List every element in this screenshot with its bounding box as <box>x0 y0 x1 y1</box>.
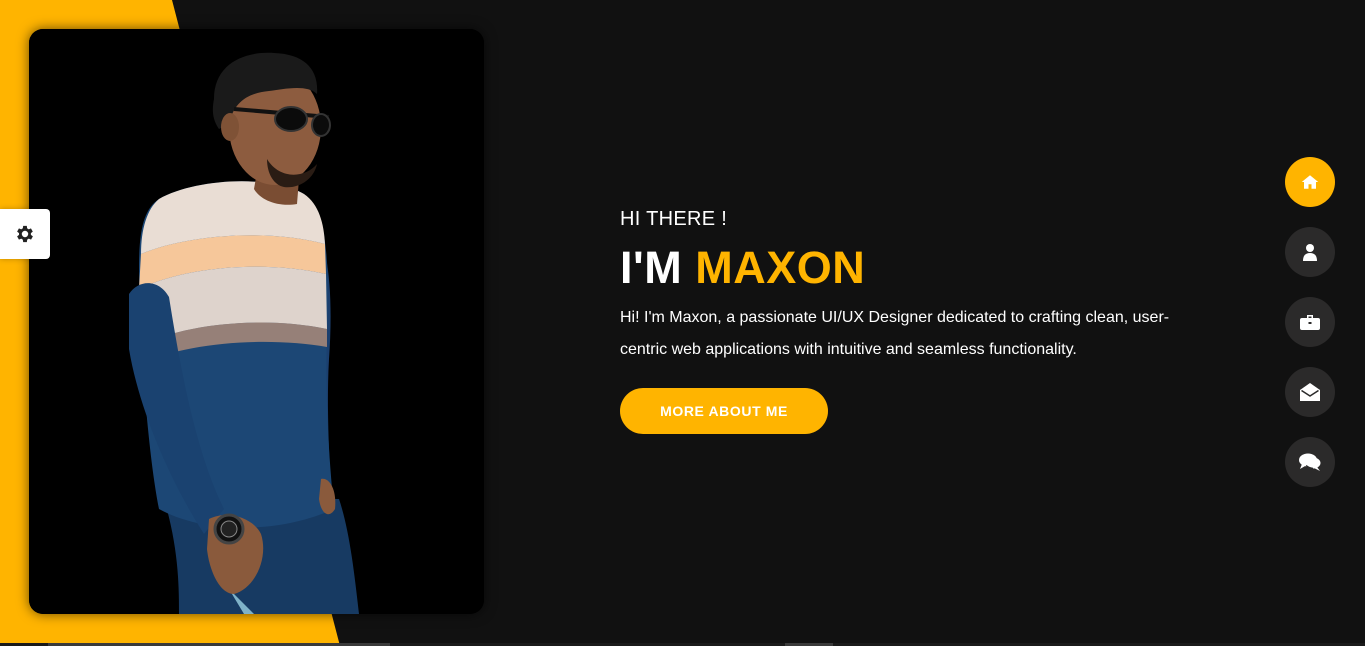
briefcase-icon <box>1300 315 1320 330</box>
home-icon <box>1301 175 1319 189</box>
hero-heading: I'M MAXON <box>620 240 1220 296</box>
nav-home-button[interactable] <box>1285 157 1335 207</box>
more-about-me-button[interactable]: MORE ABOUT ME <box>620 388 828 434</box>
envelope-open-icon <box>1300 383 1320 401</box>
hero-section: HI THERE ! I'M MAXON Hi! I'm Maxon, a pa… <box>620 204 1220 434</box>
settings-toggle-button[interactable] <box>0 209 50 259</box>
page: HI THERE ! I'M MAXON Hi! I'm Maxon, a pa… <box>0 0 1365 646</box>
hero-greeting: HI THERE ! <box>620 208 728 230</box>
profile-photo <box>29 29 484 614</box>
hero-heading-name: MAXON <box>695 242 866 293</box>
nav-portfolio-button[interactable] <box>1285 297 1335 347</box>
nav-contact-button[interactable] <box>1285 367 1335 417</box>
gear-icon <box>17 225 33 243</box>
portrait-illustration <box>29 29 484 614</box>
user-icon <box>1303 244 1317 261</box>
hero-heading-prefix: I'M <box>620 242 683 293</box>
nav-about-button[interactable] <box>1285 227 1335 277</box>
comments-icon <box>1299 453 1321 471</box>
nav-blog-button[interactable] <box>1285 437 1335 487</box>
hero-bio: Hi! I'm Maxon, a passionate UI/UX Design… <box>620 309 1170 358</box>
side-navigation <box>1285 157 1335 507</box>
